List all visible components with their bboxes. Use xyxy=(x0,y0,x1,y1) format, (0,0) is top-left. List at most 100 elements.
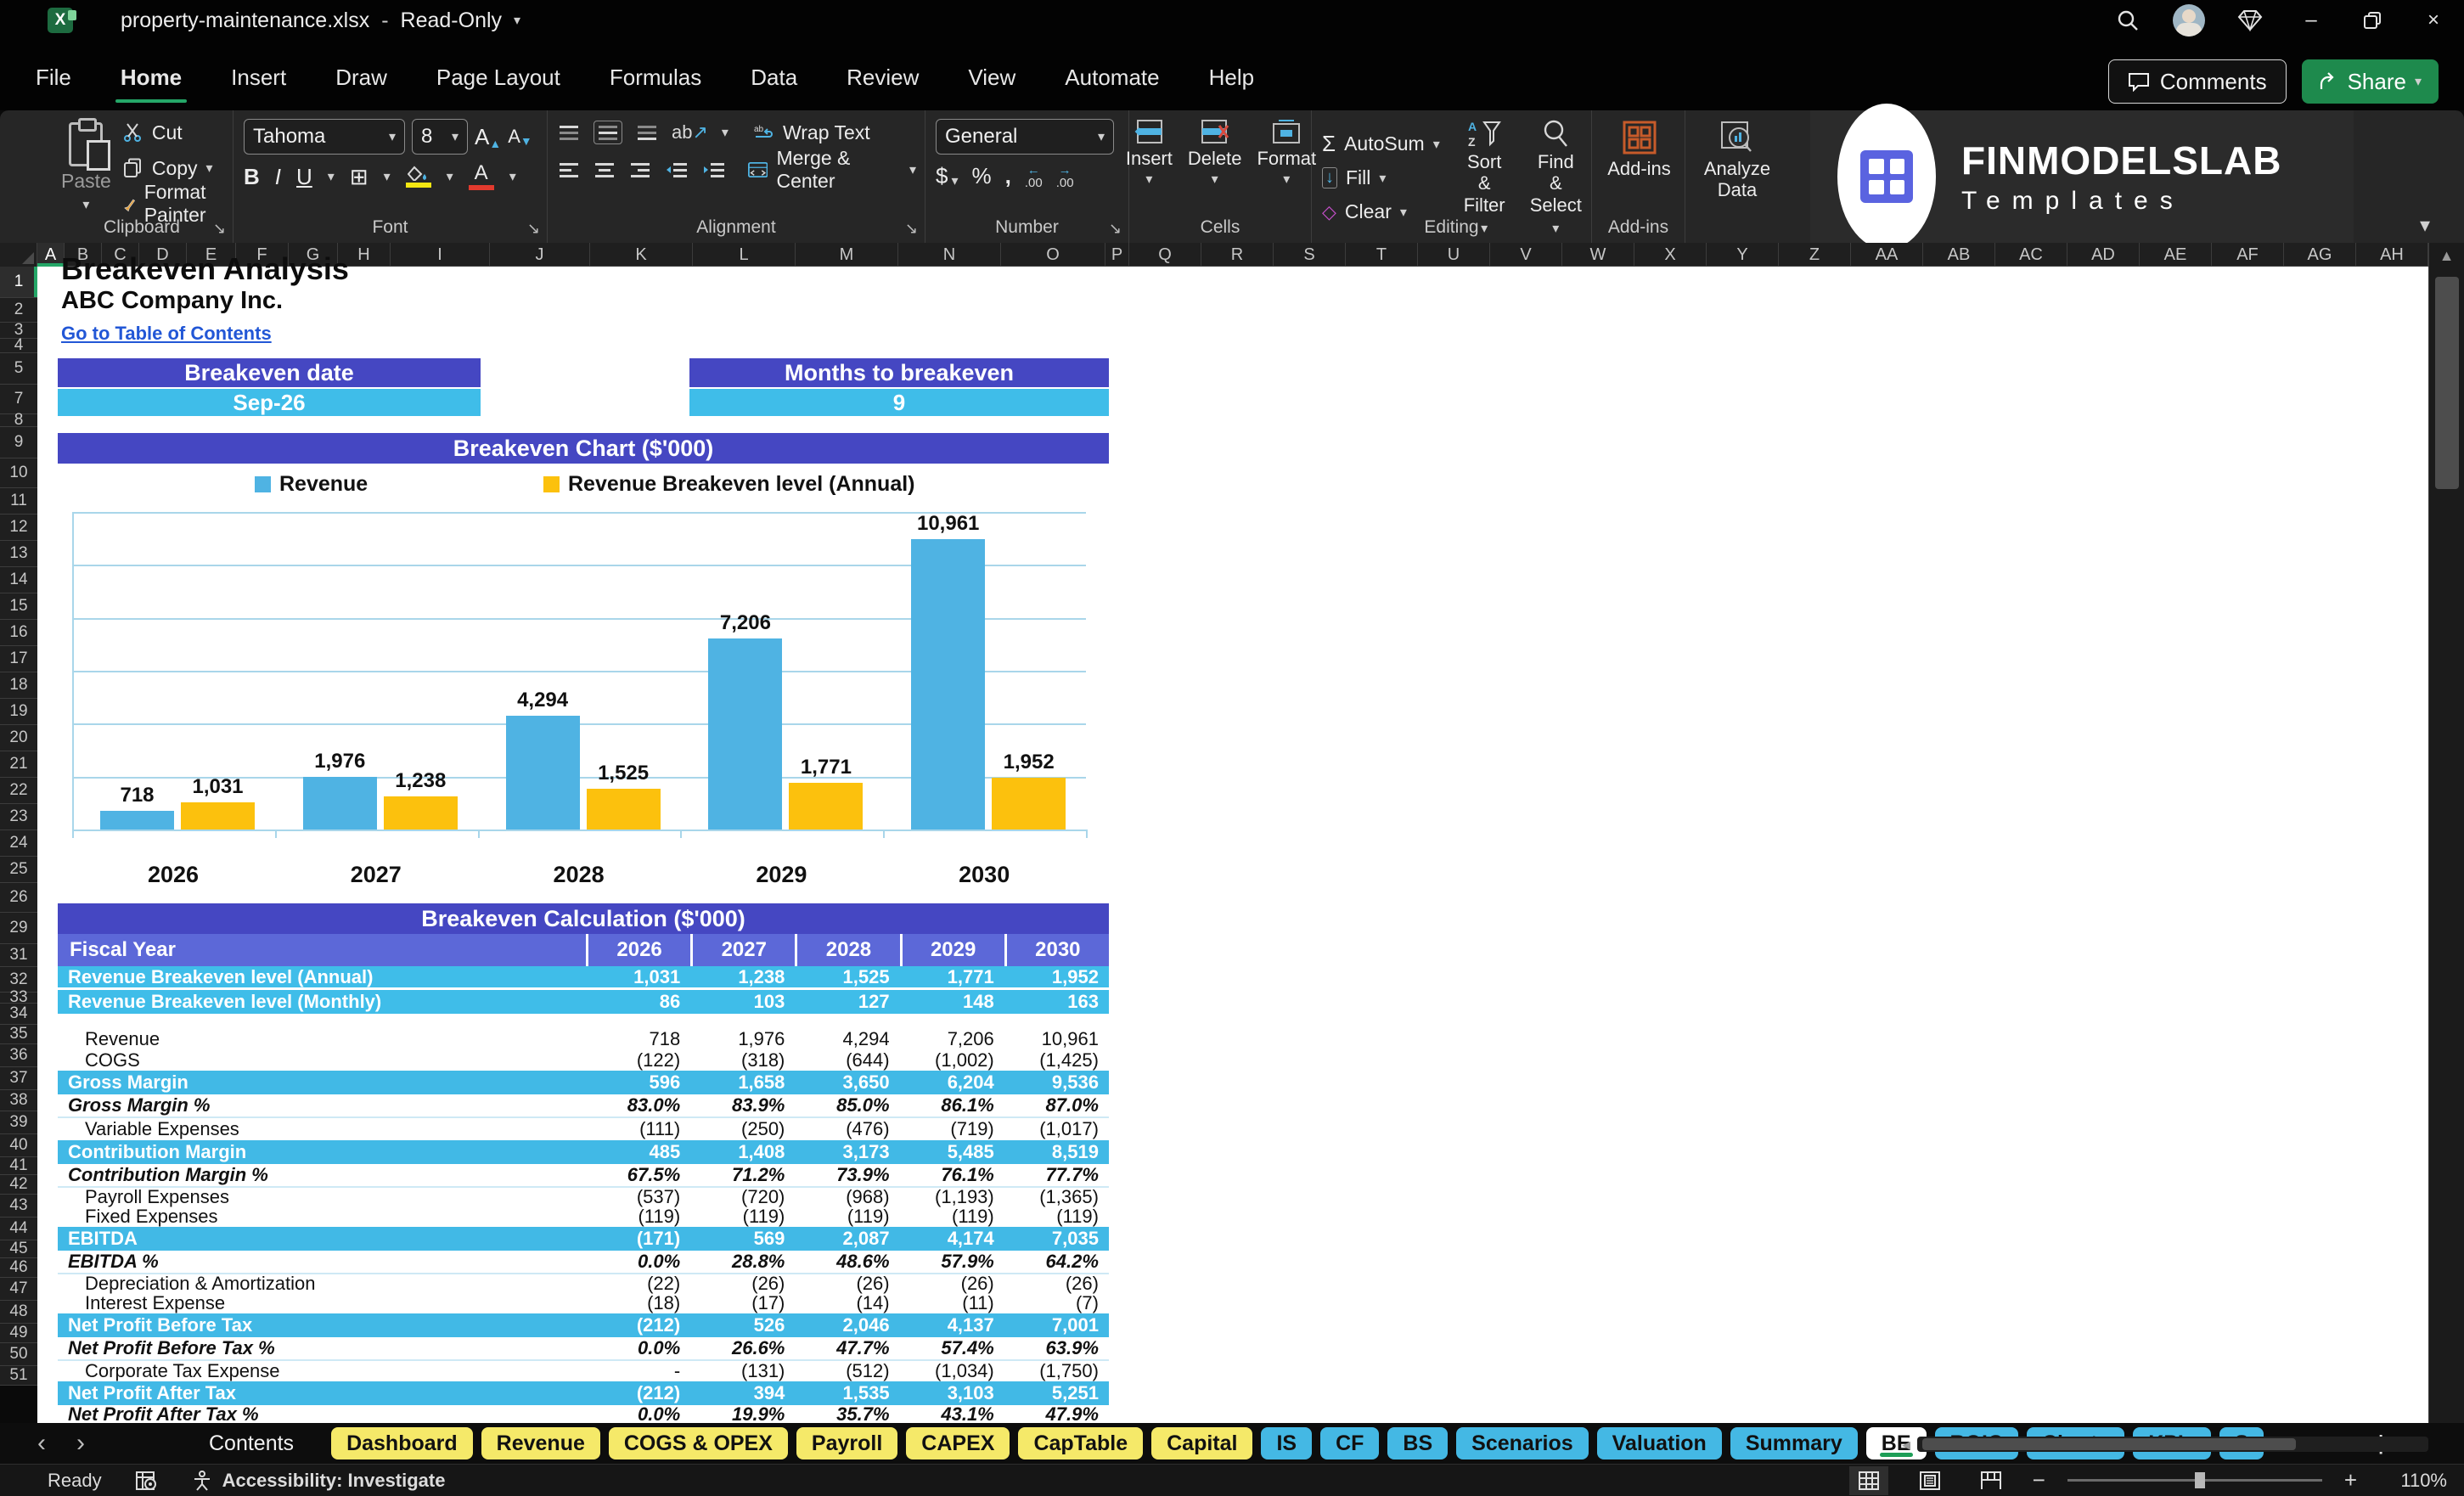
column-header-V[interactable]: V xyxy=(1490,243,1562,267)
delete-cells-button[interactable]: Delete ▾ xyxy=(1188,119,1241,188)
ribbon-tab-data[interactable]: Data xyxy=(749,61,799,94)
row-header-23[interactable]: 23 xyxy=(0,804,37,830)
font-name-select[interactable]: Tahoma ▾ xyxy=(244,119,405,155)
currency-format-button[interactable]: $ ▾ xyxy=(936,163,959,189)
orientation-dropdown-icon[interactable]: ▾ xyxy=(722,124,729,141)
scroll-left-icon[interactable]: ◂ xyxy=(1902,1434,1910,1455)
row-header-33[interactable]: 33 xyxy=(0,988,37,1006)
sheet-tab-payroll[interactable]: Payroll xyxy=(796,1427,898,1459)
row-header-48[interactable]: 48 xyxy=(0,1301,37,1324)
row-header-22[interactable]: 22 xyxy=(0,778,37,804)
column-header-AD[interactable]: AD xyxy=(2067,243,2140,267)
row-header-39[interactable]: 39 xyxy=(0,1111,37,1134)
column-header-Q[interactable]: Q xyxy=(1129,243,1201,267)
font-dialog-launcher[interactable]: ↘ xyxy=(527,220,540,238)
borders-button[interactable]: ⊞ xyxy=(350,164,368,190)
sheet-tab-is[interactable]: IS xyxy=(1261,1427,1313,1459)
sheet-tab-capex[interactable]: CAPEX xyxy=(906,1427,1010,1459)
row-header-31[interactable]: 31 xyxy=(0,944,37,967)
paste-button[interactable]: Paste ▾ xyxy=(61,118,111,213)
wrap-text-button[interactable]: ab Wrap Text xyxy=(754,119,870,146)
column-header-R[interactable]: R xyxy=(1201,243,1274,267)
row-header-13[interactable]: 13 xyxy=(0,541,37,567)
column-header-Z[interactable]: Z xyxy=(1779,243,1851,267)
column-header-N[interactable]: N xyxy=(898,243,1001,267)
row-header-7[interactable]: 7 xyxy=(0,385,37,414)
increase-indent-button[interactable] xyxy=(702,161,726,178)
document-title[interactable]: property-maintenance.xlsx - Read-Only ▾ xyxy=(121,8,520,33)
underline-button[interactable]: U xyxy=(296,164,312,190)
account-avatar[interactable] xyxy=(2158,0,2219,41)
fill-dropdown-icon[interactable]: ▾ xyxy=(447,168,453,185)
row-header-9[interactable]: 9 xyxy=(0,427,37,458)
row-header-26[interactable]: 26 xyxy=(0,883,37,913)
addins-button[interactable]: Add-ins xyxy=(1602,121,1676,179)
column-header-I[interactable]: I xyxy=(391,243,490,267)
font-color-dropdown-icon[interactable]: ▾ xyxy=(509,168,516,185)
ribbon-tab-page-layout[interactable]: Page Layout xyxy=(435,61,562,94)
insert-cells-button[interactable]: Insert ▾ xyxy=(1126,119,1173,188)
row-header-8[interactable]: 8 xyxy=(0,411,37,429)
premium-gem-icon[interactable] xyxy=(2219,0,2281,41)
ribbon-tab-view[interactable]: View xyxy=(966,61,1017,94)
analyze-data-button[interactable]: Analyze Data xyxy=(1696,121,1779,201)
horizontal-scroll-thumb[interactable] xyxy=(1922,1438,2297,1450)
align-top-button[interactable] xyxy=(558,124,580,141)
column-header-T[interactable]: T xyxy=(1346,243,1418,267)
zoom-slider[interactable] xyxy=(2067,1472,2322,1488)
sheet-tab-bs[interactable]: BS xyxy=(1387,1427,1449,1459)
column-header-K[interactable]: K xyxy=(590,243,693,267)
shrink-font-button[interactable]: A ▼ xyxy=(508,126,532,148)
align-right-button[interactable] xyxy=(629,161,651,178)
sheet-tab-dashboard[interactable]: Dashboard xyxy=(331,1427,473,1459)
close-button[interactable]: × xyxy=(2403,0,2464,41)
alignment-dialog-launcher[interactable]: ↘ xyxy=(905,220,918,238)
scroll-up-icon[interactable]: ▲ xyxy=(2429,243,2464,268)
column-header-O[interactable]: O xyxy=(1001,243,1105,267)
align-bottom-button[interactable] xyxy=(636,124,658,141)
font-color-button[interactable]: A xyxy=(468,163,494,190)
column-header-W[interactable]: W xyxy=(1562,243,1634,267)
row-header-1[interactable]: 1 xyxy=(0,267,37,298)
italic-button[interactable]: I xyxy=(275,164,281,190)
borders-dropdown-icon[interactable]: ▾ xyxy=(384,168,391,185)
number-dialog-launcher[interactable]: ↘ xyxy=(1109,220,1122,238)
merge-center-button[interactable]: Merge & Center ▾ xyxy=(748,147,916,192)
column-header-S[interactable]: S xyxy=(1274,243,1346,267)
align-middle-button[interactable] xyxy=(593,121,622,144)
row-header-21[interactable]: 21 xyxy=(0,751,37,778)
title-dropdown-icon[interactable]: ▾ xyxy=(514,12,520,29)
sheet-tab-capital[interactable]: Capital xyxy=(1151,1427,1253,1459)
column-header-P[interactable]: P xyxy=(1105,243,1129,267)
row-header-5[interactable]: 5 xyxy=(0,353,37,385)
row-header-47[interactable]: 47 xyxy=(0,1278,37,1301)
underline-dropdown-icon[interactable]: ▾ xyxy=(328,168,335,185)
row-header-45[interactable]: 45 xyxy=(0,1240,37,1258)
row-header-12[interactable]: 12 xyxy=(0,515,37,541)
clipboard-dialog-launcher[interactable]: ↘ xyxy=(213,220,226,238)
row-header-10[interactable]: 10 xyxy=(0,458,37,488)
ribbon-tab-automate[interactable]: Automate xyxy=(1063,61,1161,94)
ribbon-tab-home[interactable]: Home xyxy=(115,61,188,103)
column-header-X[interactable]: X xyxy=(1634,243,1707,267)
vertical-scroll-thumb[interactable] xyxy=(2435,277,2459,489)
normal-view-button[interactable] xyxy=(1848,1465,1888,1495)
row-header-50[interactable]: 50 xyxy=(0,1343,37,1366)
row-header-24[interactable]: 24 xyxy=(0,830,37,857)
orientation-button[interactable]: ab↗ xyxy=(672,121,708,143)
horizontal-scrollbar[interactable]: ◂ xyxy=(1902,1435,2428,1454)
fill-color-button[interactable] xyxy=(405,166,431,188)
decrease-indent-button[interactable] xyxy=(665,161,689,178)
column-header-AG[interactable]: AG xyxy=(2284,243,2356,267)
decrease-decimal-button[interactable]: → .00 xyxy=(1056,164,1074,189)
row-header-46[interactable]: 46 xyxy=(0,1258,37,1278)
search-icon[interactable] xyxy=(2097,0,2158,41)
select-all-corner[interactable] xyxy=(0,243,37,267)
column-header-AA[interactable]: AA xyxy=(1851,243,1923,267)
row-header-2[interactable]: 2 xyxy=(0,298,37,323)
row-header-36[interactable]: 36 xyxy=(0,1044,37,1067)
sheet-tab-cf[interactable]: CF xyxy=(1320,1427,1380,1459)
sheet-tab-revenue[interactable]: Revenue xyxy=(481,1427,600,1459)
sheet-tab-summary[interactable]: Summary xyxy=(1730,1427,1858,1459)
row-header-44[interactable]: 44 xyxy=(0,1218,37,1240)
